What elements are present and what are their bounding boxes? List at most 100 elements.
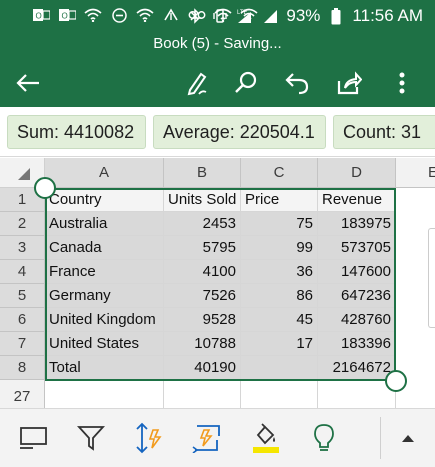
share-button[interactable]	[333, 67, 365, 99]
cell-d8[interactable]: 2164672	[318, 356, 396, 380]
row-header-27[interactable]: 27	[0, 380, 45, 408]
selection-handle-top-left[interactable]	[34, 177, 56, 199]
cell-a7[interactable]: United States	[45, 332, 164, 356]
svg-text:O: O	[35, 12, 41, 21]
cell-b6[interactable]: 9528	[164, 308, 241, 332]
cell-a4[interactable]: France	[45, 260, 164, 284]
undo-icon	[285, 73, 309, 95]
vibrate-icon	[211, 8, 229, 24]
average-chip[interactable]: Average: 220504.1	[153, 115, 326, 149]
row-header-3[interactable]: 3	[0, 236, 45, 260]
cell-a8[interactable]: Total	[45, 356, 164, 380]
cell-c1[interactable]: Price	[241, 188, 318, 212]
battery-percent: 93%	[286, 6, 321, 25]
cell-b4[interactable]: 4100	[164, 260, 241, 284]
expand-up-icon	[402, 435, 414, 442]
cell-b27[interactable]	[164, 380, 241, 408]
battery-icon	[327, 7, 345, 24]
bluetooth-icon	[186, 8, 204, 24]
ideas-lightbulb-icon	[314, 424, 334, 451]
status-right-icons: LTE 93% 11:56 AM	[186, 6, 423, 26]
svg-text:O: O	[61, 12, 67, 21]
cell-c7[interactable]: 17	[241, 332, 318, 356]
row-header-6[interactable]: 6	[0, 308, 45, 332]
toolbar-divider	[380, 417, 381, 459]
cell-c5[interactable]: 86	[241, 284, 318, 308]
app-toolbar	[0, 59, 435, 107]
cell-a3[interactable]: Canada	[45, 236, 164, 260]
new-sheet-button[interactable]	[17, 421, 51, 455]
cell-d5[interactable]: 647236	[318, 284, 396, 308]
sort-icon	[136, 422, 162, 454]
undo-button[interactable]	[281, 67, 313, 99]
status-bar: O O LTE 93% 11:56 AM	[0, 0, 435, 31]
expand-toolbar-button[interactable]	[391, 421, 425, 455]
cell-a27[interactable]	[45, 380, 164, 408]
lte-signal-icon: LTE	[236, 8, 254, 24]
bottom-toolbar	[0, 408, 435, 467]
cell-a6[interactable]: United Kingdom	[45, 308, 164, 332]
cell-c6[interactable]: 45	[241, 308, 318, 332]
cell-a1[interactable]: Country	[45, 188, 164, 212]
row-header-4[interactable]: 4	[0, 260, 45, 284]
outlook-icon: O	[32, 7, 50, 23]
back-arrow-icon	[16, 74, 39, 92]
ideas-button[interactable]	[307, 421, 341, 455]
row-header-7[interactable]: 7	[0, 332, 45, 356]
fill-color-button[interactable]	[249, 421, 283, 455]
cell-b8[interactable]: 40190	[164, 356, 241, 380]
cell-d2[interactable]: 183975	[318, 212, 396, 236]
column-header-e[interactable]: E	[396, 158, 435, 188]
more-vertical-icon	[399, 72, 405, 94]
cell-b5[interactable]: 7526	[164, 284, 241, 308]
sum-chip[interactable]: Sum: 4410082	[7, 115, 146, 149]
filter-icon	[77, 426, 105, 451]
fill-data-icon	[192, 425, 220, 453]
column-header-c[interactable]: C	[241, 158, 318, 188]
filter-button[interactable]	[74, 421, 108, 455]
column-header-a[interactable]: A	[45, 158, 164, 188]
do-not-disturb-icon	[110, 7, 128, 23]
column-header-b[interactable]: B	[164, 158, 241, 188]
cell-a2[interactable]: Australia	[45, 212, 164, 236]
wifi-icon	[136, 7, 154, 23]
wifi-icon	[84, 7, 102, 23]
cell-b1[interactable]: Units Sold	[164, 188, 241, 212]
row-header-2[interactable]: 2	[0, 212, 45, 236]
cell-c3[interactable]: 99	[241, 236, 318, 260]
draw-button[interactable]	[181, 67, 213, 99]
network-icon	[162, 7, 180, 23]
selection-handle-bottom-right[interactable]	[385, 370, 407, 392]
cell-c4[interactable]: 36	[241, 260, 318, 284]
new-sheet-icon	[20, 427, 47, 449]
search-button[interactable]	[230, 67, 262, 99]
back-button[interactable]	[12, 67, 44, 99]
signal-icon	[261, 8, 279, 24]
row-header-8[interactable]: 8	[0, 356, 45, 380]
cell-b3[interactable]: 5795	[164, 236, 241, 260]
cell-d4[interactable]: 147600	[318, 260, 396, 284]
cell-d7[interactable]: 183396	[318, 332, 396, 356]
cell-d6[interactable]: 428760	[318, 308, 396, 332]
cell-c2[interactable]: 75	[241, 212, 318, 236]
column-header-d[interactable]: D	[318, 158, 396, 188]
cell-c8[interactable]	[241, 356, 318, 380]
sort-button[interactable]	[132, 421, 166, 455]
cell-c27[interactable]	[241, 380, 318, 408]
outlook-icon: O	[58, 7, 76, 23]
cell-d3[interactable]: 573705	[318, 236, 396, 260]
more-options-button[interactable]	[386, 67, 418, 99]
cell-d1[interactable]: Revenue	[318, 188, 396, 212]
fill-data-button[interactable]	[190, 421, 224, 455]
spreadsheet-grid[interactable]: A B C D E 1 2 3 4 5 6 7 8 27 Country Uni…	[0, 158, 435, 408]
count-chip[interactable]: Count: 31	[333, 115, 435, 149]
fill-color-icon	[253, 423, 279, 453]
cell-a5[interactable]: Germany	[45, 284, 164, 308]
row-header-5[interactable]: 5	[0, 284, 45, 308]
cell-b2[interactable]: 2453	[164, 212, 241, 236]
cell-b7[interactable]: 10788	[164, 332, 241, 356]
share-icon	[337, 71, 362, 95]
selection-summary: Sum: 4410082 Average: 220504.1 Count: 31	[0, 107, 435, 157]
cell-d27[interactable]	[318, 380, 396, 408]
clock: 11:56 AM	[352, 6, 423, 25]
